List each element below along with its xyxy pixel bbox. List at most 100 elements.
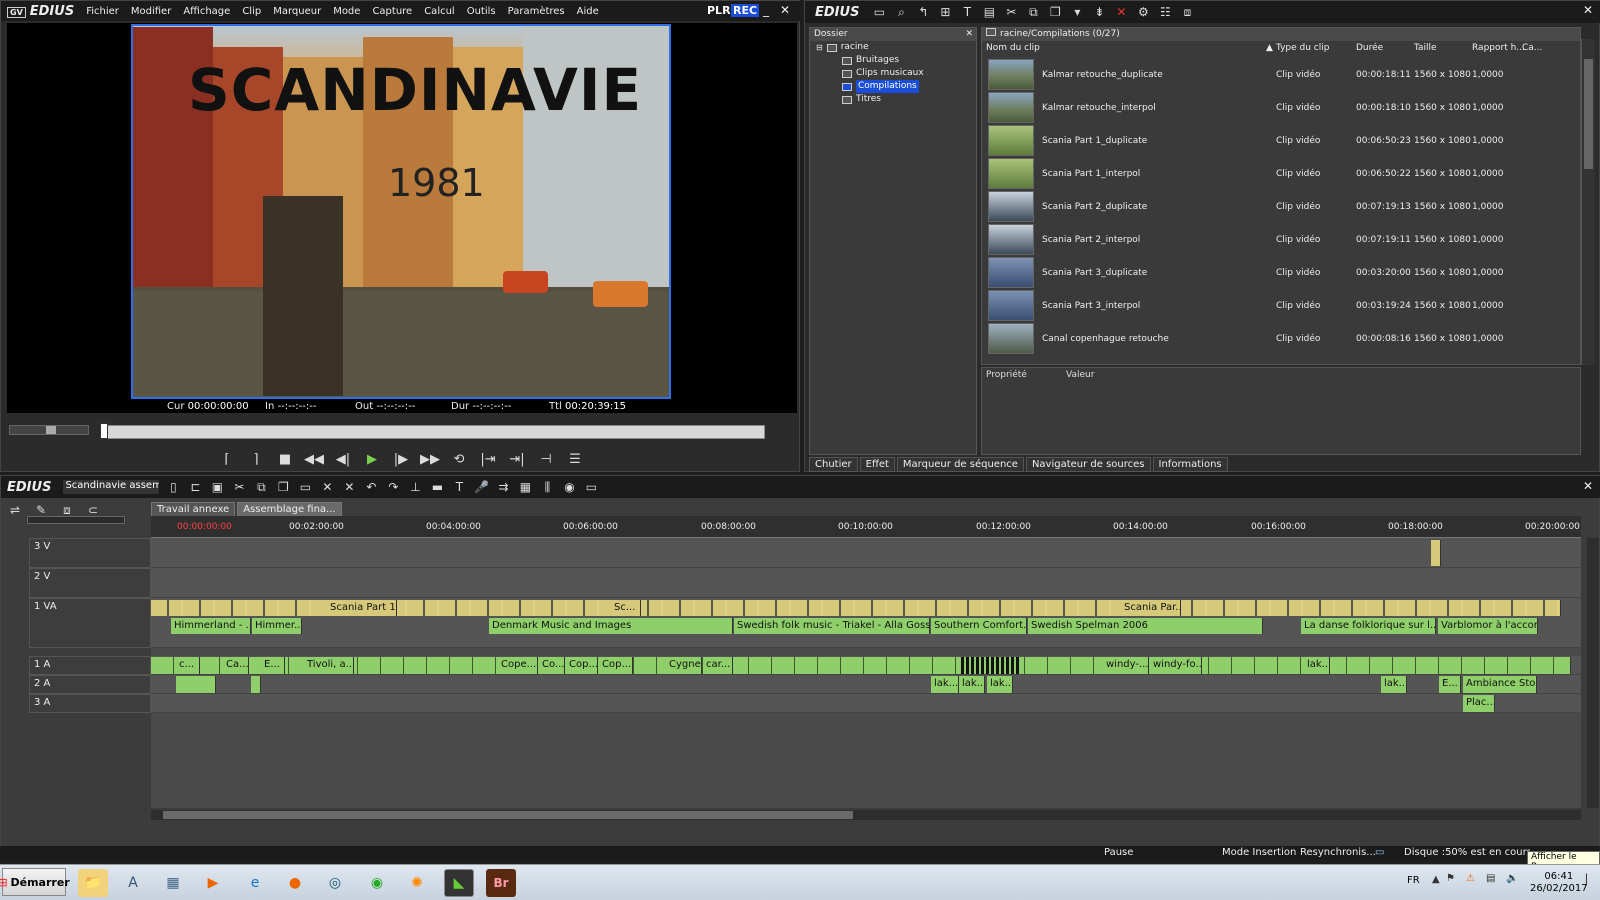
split-icon[interactable]: ⊥ [407, 479, 423, 495]
tab-marqueur-sequence[interactable]: Marqueur de séquence [896, 457, 1024, 472]
rewind-icon[interactable]: ◀◀ [302, 449, 326, 469]
timeline-ruler[interactable]: 00:00:00:00 00:02:00:00 00:04:00:00 00:0… [151, 516, 1581, 538]
audio-clip[interactable]: lak... [959, 676, 985, 693]
volume-icon[interactable]: 🔈 [1506, 873, 1518, 884]
search-icon[interactable]: ⌕ [893, 4, 909, 20]
save-icon[interactable]: ▣ [209, 479, 225, 495]
audio-clip[interactable] [176, 676, 216, 693]
audio-clip[interactable]: La danse folklorique sur l... [1301, 618, 1436, 634]
audio-clip[interactable]: lak... [1381, 676, 1407, 693]
tab-travail-annexe[interactable]: Travail annexe [151, 502, 236, 517]
clip-row[interactable]: Scania Part 2_interpol Clip vidéo 00:07:19… [982, 223, 1582, 256]
audio-clip[interactable]: Himmer... [252, 618, 302, 634]
new-sequence-icon[interactable]: ▯ [165, 479, 181, 495]
track-2v[interactable] [151, 568, 1581, 598]
color-bars-icon[interactable]: ▤ [981, 4, 997, 20]
menu-capture[interactable]: Capture [366, 6, 418, 17]
insert-to-timeline-icon[interactable]: |⇥ [476, 449, 500, 469]
video-clip[interactable]: Sc... [611, 600, 641, 616]
tab-assemblage-final[interactable]: Assemblage fina... [237, 502, 342, 517]
set-in-icon[interactable]: ⌈ [215, 449, 239, 469]
audio-clip[interactable]: windy-... [1103, 657, 1149, 674]
media-player-icon[interactable]: ▶ [198, 869, 228, 897]
marker-icon[interactable]: ▾ [1069, 4, 1085, 20]
audio-clip[interactable]: lak... [1304, 657, 1330, 674]
open-project-icon[interactable]: ⊏ [187, 479, 203, 495]
track-3a[interactable] [151, 694, 1581, 713]
tab-chutier[interactable]: Chutier [809, 457, 858, 472]
thunderbird-icon[interactable]: ◎ [320, 869, 350, 897]
col-name[interactable]: Nom du clip [986, 43, 1040, 53]
clip-row[interactable]: Scania Part 3_interpol Clip vidéo 00:03:19… [982, 289, 1582, 322]
track-header-1va[interactable]: 1 VA [29, 598, 151, 648]
audio-clip[interactable]: Co... [539, 657, 565, 674]
fast-forward-icon[interactable]: ▶▶ [418, 449, 442, 469]
step-back-icon[interactable]: ◀| [331, 449, 355, 469]
track-header-3a[interactable]: 3 A [29, 694, 151, 713]
clip-row[interactable]: Kalmar retouche_interpol Clip vidéo 00:00:… [982, 91, 1582, 124]
close-icon[interactable]: ✕ [778, 3, 792, 17]
set-out-icon[interactable]: ⌉ [244, 449, 268, 469]
step-forward-icon[interactable]: |▶ [389, 449, 413, 469]
title-icon[interactable]: T [451, 479, 467, 495]
menu-affichage[interactable]: Affichage [177, 6, 236, 17]
ripple-delete-icon[interactable]: ✕ [341, 479, 357, 495]
copy-icon[interactable]: ⧉ [1025, 4, 1041, 20]
tray-arrow-icon[interactable]: ▲ [1432, 874, 1440, 885]
flag-icon[interactable]: ⚑ [1446, 873, 1455, 884]
bin-close-icon[interactable]: ✕ [1581, 3, 1595, 17]
menu-modifier[interactable]: Modifier [125, 6, 177, 17]
col-type[interactable]: Type du clip [1276, 43, 1329, 53]
menu-marqueur[interactable]: Marqueur [267, 6, 327, 17]
folder-pane-close-icon[interactable]: ✕ [965, 28, 973, 41]
col-ca[interactable]: Ca... [1522, 43, 1542, 53]
overwrite-to-timeline-icon[interactable]: ⇥| [505, 449, 529, 469]
clip-list-scrollbar[interactable] [1581, 39, 1595, 365]
delete-icon[interactable]: ✕ [1113, 4, 1129, 20]
menu-parametres[interactable]: Paramètres [502, 6, 571, 17]
audio-clip-strip[interactable] [151, 657, 1571, 674]
paste-icon[interactable]: ❐ [275, 479, 291, 495]
view-mode-icon[interactable]: ☷ [1157, 4, 1173, 20]
menu-aide[interactable]: Aide [571, 6, 605, 17]
menu-fichier[interactable]: Fichier [80, 6, 125, 17]
audio-clip[interactable]: windy-fo... [1150, 657, 1202, 674]
video-clip[interactable]: Scania Par... [1121, 600, 1181, 616]
more-options-icon[interactable]: ☰ [563, 449, 587, 469]
language-indicator[interactable]: FR [1407, 875, 1420, 886]
more-options-icon[interactable]: ▭ [583, 479, 599, 495]
cut-icon[interactable]: ✂ [1003, 4, 1019, 20]
zoom-slider[interactable] [27, 516, 125, 524]
col-size[interactable]: Taille [1414, 43, 1437, 53]
clip-row[interactable]: Scania Part 1_duplicate Clip vidéo 00:06:5… [982, 124, 1582, 157]
internet-explorer-icon[interactable]: e [240, 869, 270, 897]
calculator-icon[interactable]: ▦ [158, 869, 188, 897]
sort-asc-icon[interactable]: ▲ [1266, 43, 1273, 53]
timeline-tracks[interactable]: Scania Part 1... Sc... Scania Par... Him… [151, 538, 1581, 808]
loop-icon[interactable]: ⟲ [447, 449, 471, 469]
color-icon[interactable]: ◉ [561, 479, 577, 495]
bin-menu-icon[interactable]: ⧈ [1179, 4, 1195, 20]
track-header-2v[interactable]: 2 V [29, 568, 151, 598]
timeline-horizontal-scrollbar[interactable] [151, 810, 1581, 820]
redo-icon[interactable]: ↷ [385, 479, 401, 495]
audio-clip[interactable]: Himmerland - ... [171, 618, 251, 634]
track-tool-icon[interactable]: ⇌ [7, 502, 23, 518]
plr-toggle[interactable]: PLR [707, 4, 731, 17]
system-clock[interactable]: 06:41 26/02/2017 [1530, 871, 1588, 895]
audio-clip[interactable]: Cop... [599, 657, 633, 674]
audio-clip[interactable]: Cope... [498, 657, 538, 674]
folder-clips-musicaux[interactable]: Clips musicaux [810, 67, 976, 80]
audio-clip[interactable]: Cygne [666, 657, 702, 674]
track-header-2a[interactable]: 2 A [29, 675, 151, 694]
voice-over-icon[interactable]: 🎤 [473, 479, 489, 495]
video-clip[interactable]: Scania Part 1... [327, 600, 397, 616]
video-clip[interactable] [1431, 540, 1441, 566]
network-icon[interactable]: ▤ [1486, 873, 1495, 884]
warning-icon[interactable]: ⚠ [1466, 873, 1475, 884]
clip-row[interactable]: Scania Part 1_interpol Clip vidéo 00:06:50… [982, 157, 1582, 190]
audio-clip[interactable]: car... [703, 657, 733, 674]
audio-clip[interactable]: Tivoli, a... [304, 657, 354, 674]
up-folder-icon[interactable]: ↰ [915, 4, 931, 20]
stop-icon[interactable]: ■ [273, 449, 297, 469]
